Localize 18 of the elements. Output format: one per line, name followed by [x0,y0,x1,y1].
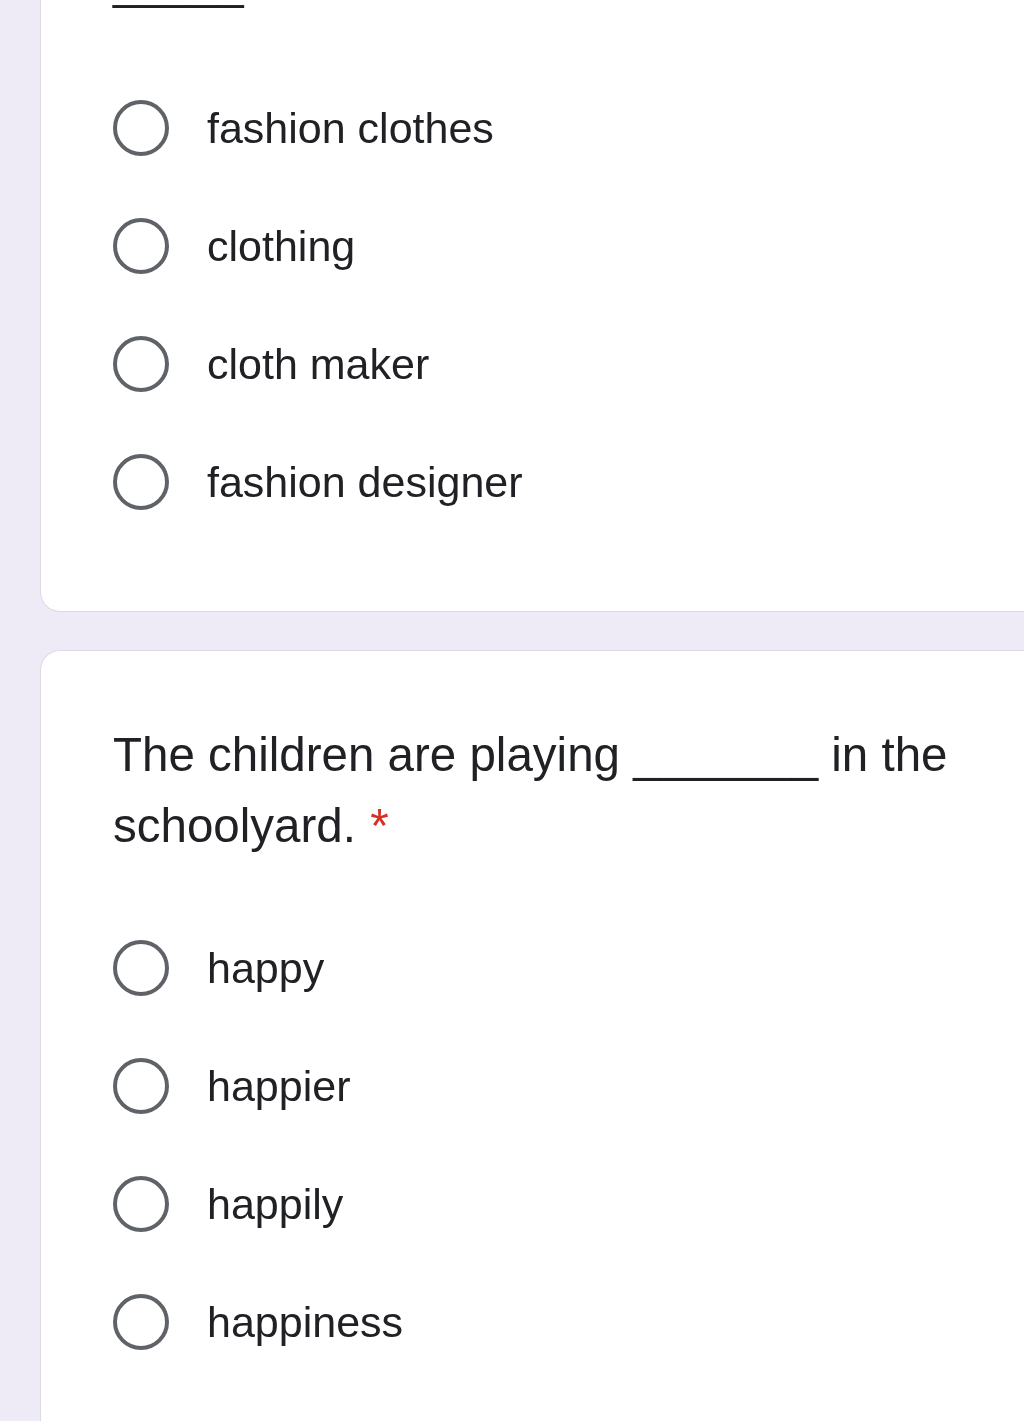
radio-button[interactable] [113,454,169,510]
radio-button[interactable] [113,1176,169,1232]
radio-button[interactable] [113,336,169,392]
radio-button[interactable] [113,1058,169,1114]
option-label: fashion clothes [207,103,494,154]
radio-button[interactable] [113,100,169,156]
radio-button[interactable] [113,940,169,996]
radio-button[interactable] [113,218,169,274]
option-label: cloth maker [207,339,430,390]
question-text: _____ [113,0,244,8]
option-label: fashion designer [207,457,523,508]
option-label: happiness [207,1297,404,1348]
option-label: happy [207,943,325,994]
option-label: clothing [207,221,356,272]
option-label: happily [207,1179,344,1230]
radio-button[interactable] [113,1294,169,1350]
option-label: happier [207,1061,351,1112]
question-text: The children are playing _______ in the schoolyard. * [113,727,949,854]
